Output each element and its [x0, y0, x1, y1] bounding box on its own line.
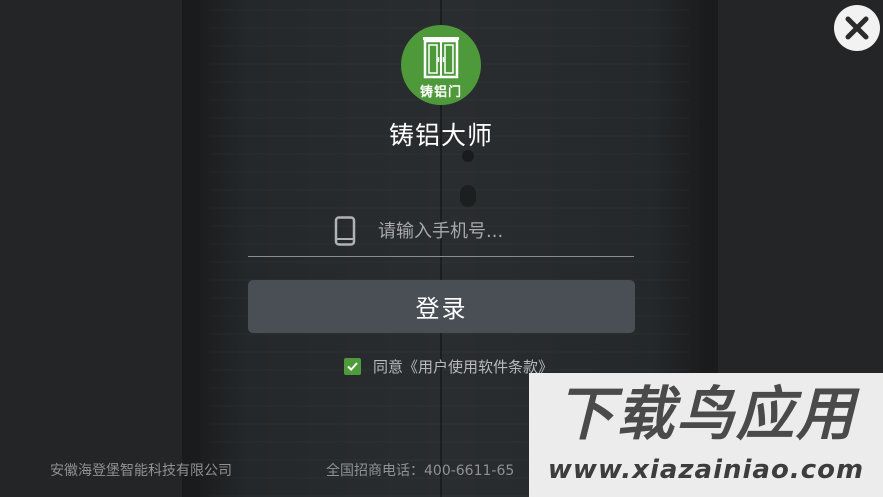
check-icon [347, 361, 358, 371]
background-door-handle [460, 185, 476, 207]
login-button[interactable]: 登录 [248, 280, 635, 333]
footer-hotline: 全国招商电话：400-6611-65 [326, 463, 515, 479]
agreement-row: 同意《用户使用软件条款》 [344, 355, 553, 377]
app-logo: 铸铝门 [401, 25, 481, 105]
watermark-title: 下载鸟应用 [555, 380, 856, 448]
footer-company: 安徽海登堡智能科技有限公司 [50, 463, 232, 479]
close-icon [845, 16, 869, 40]
phone-icon [334, 216, 356, 246]
watermark-url: www.xiazainiao.com [547, 455, 865, 485]
watermark: 下载鸟应用 www.xiazainiao.com [529, 373, 883, 497]
phone-field[interactable] [248, 210, 634, 257]
phone-input[interactable] [378, 216, 628, 246]
app-name: 铸铝大师 [388, 121, 493, 150]
background-stripe-left [182, 0, 200, 497]
login-button-label: 登录 [415, 295, 468, 323]
login-screen: 铸铝门 铸铝大师 登录 同意《用户使用软件条款》 安徽海登堡智能科技有限公司 全… [0, 0, 883, 497]
agreement-link[interactable]: 同意《用户使用软件条款》 [373, 356, 553, 377]
agreement-checkbox[interactable] [344, 357, 361, 375]
close-button[interactable] [834, 5, 880, 51]
logo-text: 铸铝门 [419, 85, 462, 100]
